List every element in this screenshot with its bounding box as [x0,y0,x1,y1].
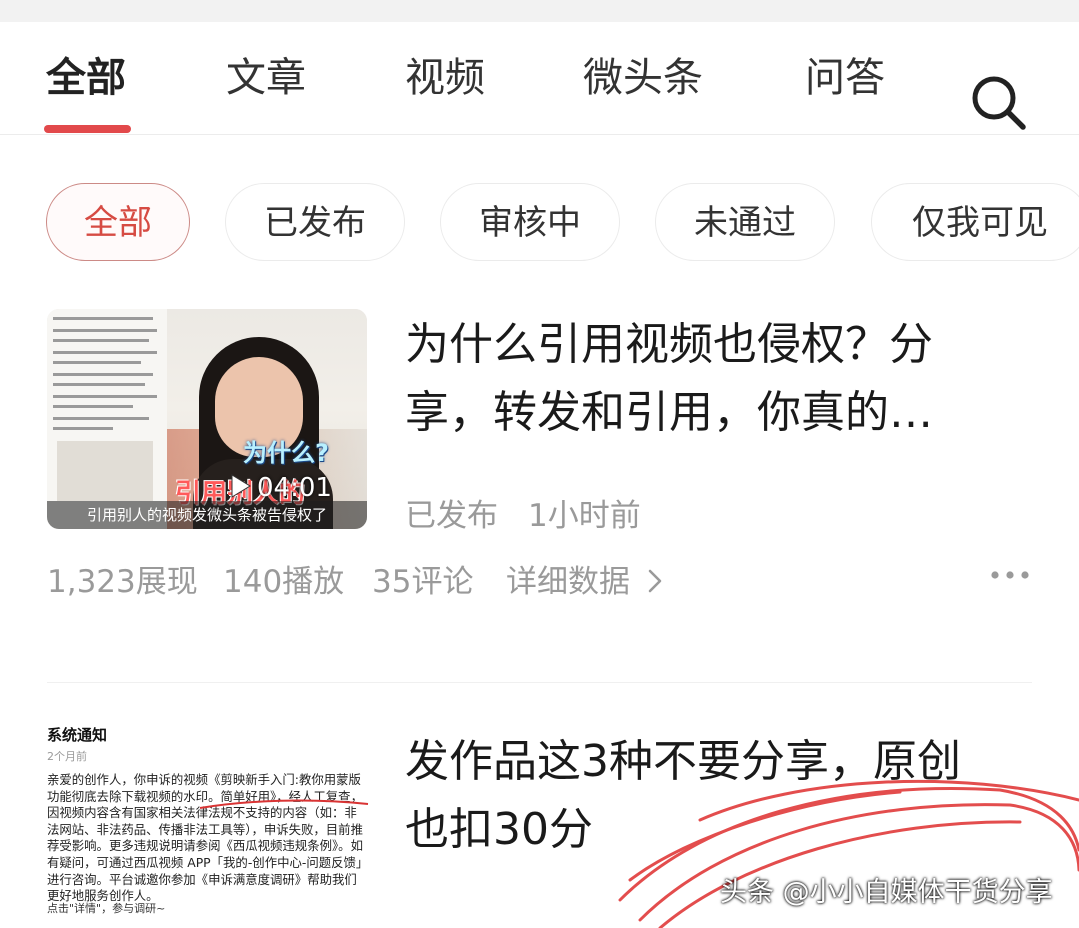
watermark-text: 头条 @小小自媒体干货分享 [720,877,1053,908]
red-scribble-annotation [199,779,1079,928]
